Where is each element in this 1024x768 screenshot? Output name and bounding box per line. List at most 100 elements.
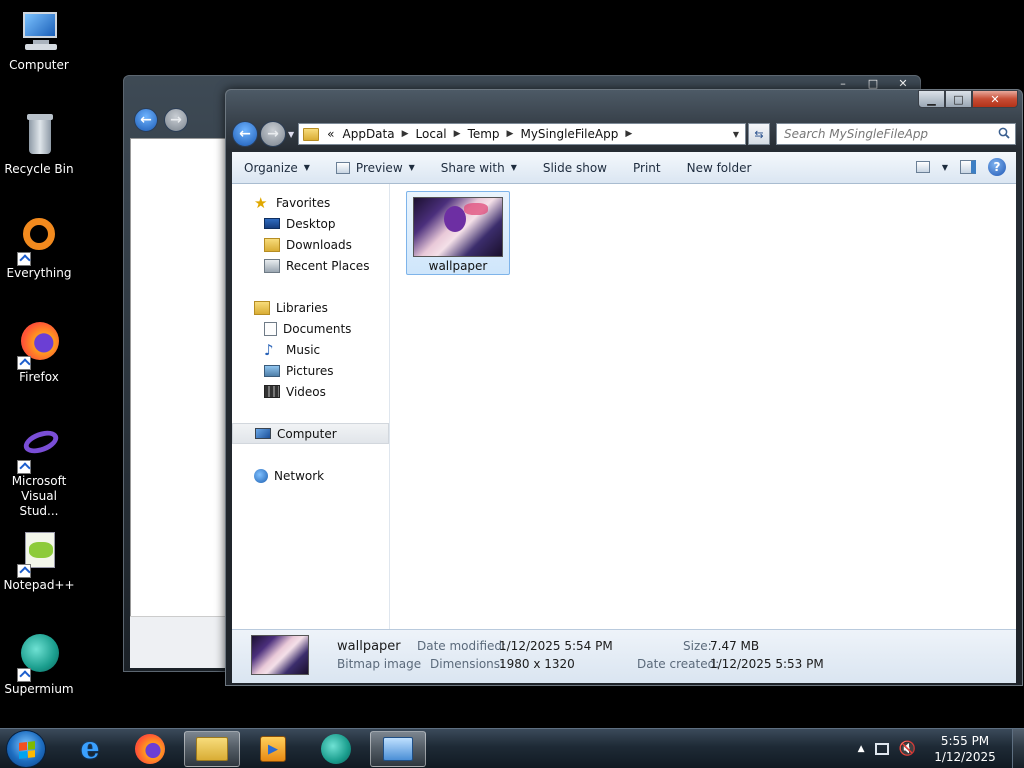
- nav-item-pictures[interactable]: Pictures: [232, 360, 389, 381]
- nav-item-label: Pictures: [286, 363, 334, 378]
- taskbar-internet-explorer[interactable]: e: [62, 731, 118, 767]
- breadcrumb-overflow[interactable]: «: [327, 127, 334, 141]
- close-button[interactable]: ✕: [972, 90, 1018, 108]
- file-list[interactable]: wallpaper: [390, 184, 1016, 629]
- file-item[interactable]: wallpaper: [406, 191, 510, 275]
- clock[interactable]: 5:55 PM 1/12/2025: [930, 733, 1000, 765]
- star-icon: ★: [254, 193, 268, 212]
- date-created-value: 1/12/2025 5:53 PM: [710, 657, 824, 671]
- minimize-button[interactable]: ▁: [918, 90, 945, 108]
- search-icon[interactable]: [998, 127, 1010, 139]
- print-button[interactable]: Print: [633, 161, 661, 175]
- size-value: 7.47 MB: [710, 639, 760, 653]
- help-icon[interactable]: ?: [988, 158, 1006, 176]
- organize-label: Organize: [244, 160, 298, 175]
- new-folder-button[interactable]: New folder: [687, 161, 752, 175]
- forward-button[interactable]: →: [260, 121, 286, 147]
- taskbar-firefox[interactable]: [122, 731, 178, 767]
- desktop-icon-firefox[interactable]: Firefox: [0, 320, 78, 385]
- volume-muted-icon[interactable]: 🔇: [899, 741, 916, 757]
- system-tray: ▲ 🔇 5:55 PM 1/12/2025: [858, 729, 1024, 768]
- background-window-content: [130, 138, 230, 668]
- slide-show-button[interactable]: Slide show: [543, 161, 607, 175]
- nav-item-documents[interactable]: Documents: [232, 318, 389, 339]
- nav-item-music[interactable]: ♪ Music: [232, 339, 389, 360]
- desktop-icon-recycle-bin[interactable]: Recycle Bin: [0, 112, 78, 177]
- nav-item-network[interactable]: Network: [232, 465, 389, 486]
- preview-button[interactable]: Preview ▼: [335, 161, 415, 175]
- breadcrumb-separator-icon[interactable]: ▶: [625, 129, 632, 139]
- details-thumbnail: [251, 635, 309, 675]
- breadcrumb-separator-icon[interactable]: ▶: [454, 129, 461, 139]
- folder-icon: [303, 127, 320, 141]
- nav-item-label: Music: [286, 342, 321, 357]
- action-center-icon[interactable]: [874, 743, 889, 755]
- chevron-down-icon: ▼: [510, 163, 517, 172]
- nav-item-favorites[interactable]: ★ Favorites: [232, 192, 389, 213]
- nav-item-libraries[interactable]: Libraries: [232, 297, 389, 318]
- remote-desktop-icon: [383, 737, 413, 761]
- file-name: wallpaper: [428, 259, 488, 273]
- date-created-label: Date created:: [637, 657, 720, 671]
- clock-date: 1/12/2025: [934, 750, 996, 764]
- chevron-down-icon[interactable]: ▼: [942, 163, 948, 172]
- nav-item-label: Libraries: [276, 300, 328, 315]
- nav-item-desktop[interactable]: Desktop: [232, 213, 389, 234]
- firefox-icon: [135, 734, 165, 764]
- recent-pages-dropdown[interactable]: ▼: [288, 130, 294, 139]
- nav-item-label: Videos: [286, 384, 326, 399]
- taskbar-supermium[interactable]: [308, 731, 364, 767]
- libraries-icon: [254, 300, 270, 315]
- address-history-dropdown-icon[interactable]: ▼: [733, 130, 739, 139]
- dimensions-value: 1980 x 1320: [499, 657, 575, 671]
- downloads-folder-icon: [264, 237, 280, 252]
- close-icon: ✕: [990, 92, 1000, 106]
- desktop-icon-computer[interactable]: Computer: [0, 8, 78, 73]
- details-file-name: wallpaper: [337, 639, 401, 654]
- computer-icon: [255, 428, 271, 439]
- background-window-nav: ← →: [134, 108, 188, 132]
- media-center-icon: ▶: [260, 736, 286, 762]
- refresh-button[interactable]: ⇆: [748, 123, 770, 145]
- explorer-icon: [196, 737, 228, 761]
- show-desktop-button[interactable]: [1012, 729, 1024, 768]
- desktop-icon-everything[interactable]: Everything: [0, 216, 78, 281]
- show-hidden-icons-icon[interactable]: ▲: [858, 744, 865, 754]
- breadcrumb-item[interactable]: Local: [416, 127, 447, 141]
- address-bar[interactable]: « AppData ▶ Local ▶ Temp ▶ MySingleFileA…: [298, 123, 746, 145]
- new-folder-label: New folder: [686, 160, 752, 175]
- nav-item-label: Network: [274, 468, 325, 483]
- nav-item-recent-places[interactable]: Recent Places: [232, 255, 389, 276]
- desktop-icon-visual-studio[interactable]: Microsoft Visual Stud...: [0, 424, 78, 519]
- explorer-window[interactable]: ▁ □ ✕ ← → ▼ « AppData ▶ Local ▶ Temp ▶ M…: [225, 89, 1023, 686]
- nav-item-videos[interactable]: Videos: [232, 381, 389, 402]
- taskbar-remote-desktop[interactable]: [370, 731, 426, 767]
- start-button[interactable]: [6, 730, 46, 768]
- forward-arrow-icon[interactable]: →: [164, 108, 188, 132]
- organize-button[interactable]: Organize ▼: [244, 161, 310, 175]
- breadcrumb-separator-icon[interactable]: ▶: [507, 129, 514, 139]
- back-arrow-icon[interactable]: ←: [134, 108, 158, 132]
- recycle-bin-icon: [15, 112, 63, 160]
- breadcrumb-item[interactable]: Temp: [468, 127, 500, 141]
- breadcrumb-item[interactable]: MySingleFileApp: [520, 127, 618, 141]
- preview-pane-icon[interactable]: [960, 160, 976, 174]
- maximize-button[interactable]: □: [945, 90, 972, 108]
- breadcrumb-separator-icon[interactable]: ▶: [402, 129, 409, 139]
- change-view-icon[interactable]: [915, 161, 930, 173]
- taskbar-windows-explorer[interactable]: [184, 731, 240, 767]
- network-icon: [254, 468, 268, 483]
- breadcrumb-item[interactable]: AppData: [343, 127, 395, 141]
- internet-explorer-icon: e: [80, 731, 100, 766]
- share-with-button[interactable]: Share with ▼: [441, 161, 517, 175]
- desktop-icon-label: Firefox: [19, 370, 59, 384]
- navigation-pane[interactable]: ★ Favorites Desktop Downloads Recent Pla…: [232, 184, 390, 629]
- search-input[interactable]: Search MySingleFileApp: [776, 123, 1016, 145]
- desktop-icon-notepad-plus-plus[interactable]: Notepad++: [0, 528, 78, 593]
- back-button[interactable]: ←: [232, 121, 258, 147]
- nav-item-computer[interactable]: Computer: [232, 423, 389, 444]
- desktop-icon-supermium[interactable]: Supermium: [0, 632, 78, 697]
- taskbar-media-center[interactable]: ▶: [245, 731, 301, 767]
- taskbar: e ▶ ▲ 🔇 5:55 PM 1/12/2025: [0, 728, 1024, 768]
- nav-item-downloads[interactable]: Downloads: [232, 234, 389, 255]
